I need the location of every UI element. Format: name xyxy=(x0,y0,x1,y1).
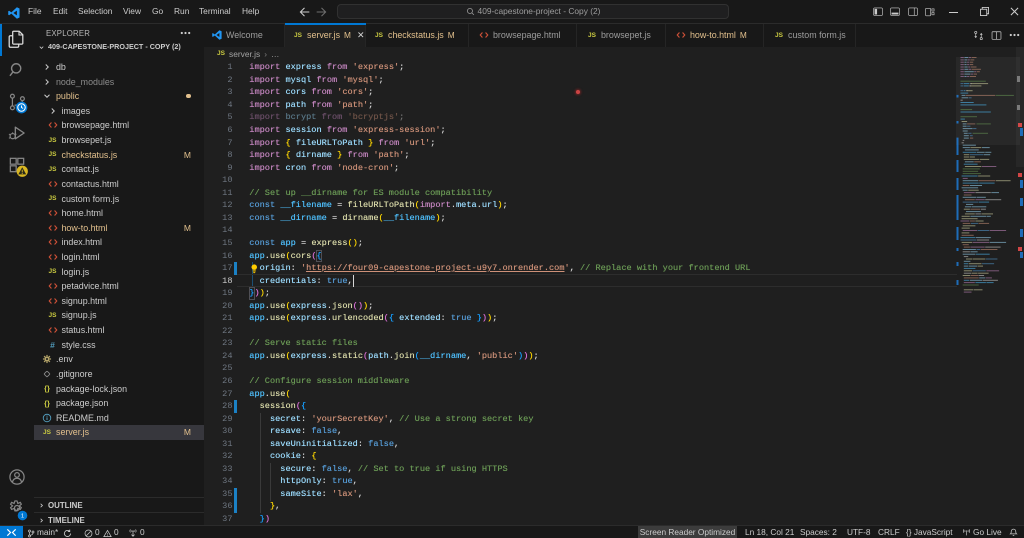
svg-text:1: 1 xyxy=(21,514,24,520)
